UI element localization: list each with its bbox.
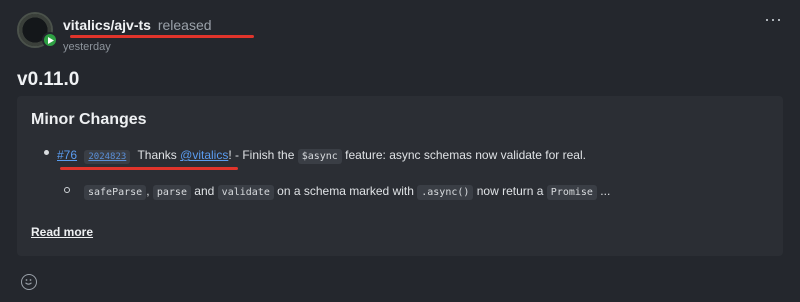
- release-action: released: [157, 17, 212, 33]
- play-badge-icon: [42, 32, 58, 48]
- annotation-underline: [60, 167, 238, 170]
- sub-text: ,: [146, 184, 153, 198]
- inline-code: .async(): [417, 185, 474, 200]
- pr-link[interactable]: #76: [57, 148, 77, 162]
- sub-text: ...: [596, 184, 611, 198]
- sub-text: on a schema marked with: [273, 184, 418, 198]
- change-subitem: safeParse, parse and validate on a schem…: [84, 184, 611, 200]
- timestamp: yesterday: [63, 41, 111, 53]
- inline-code: $async: [297, 149, 342, 164]
- section-title: Minor Changes: [31, 111, 147, 128]
- commit-hash-link[interactable]: 2024823: [84, 150, 131, 164]
- inline-code: parse: [152, 185, 191, 200]
- inline-code: safeParse: [84, 185, 147, 200]
- author-link[interactable]: @vitalics: [180, 148, 228, 162]
- bullet-circle: [64, 187, 70, 193]
- change-item: #76 2024823 Thanks @vitalics! - Finish t…: [57, 148, 586, 164]
- thanks-text: Thanks: [137, 148, 177, 162]
- bullet-dot: [44, 150, 49, 155]
- sub-text: and: [190, 184, 218, 198]
- change-text: feature: async schemas now validate for …: [341, 148, 586, 162]
- sub-text: now return a: [473, 184, 547, 198]
- release-version: v0.11.0: [17, 69, 80, 90]
- change-text: - Finish the: [231, 148, 298, 162]
- repo-link[interactable]: vitalics/ajv-ts: [63, 17, 151, 33]
- annotation-underline: [70, 35, 254, 38]
- read-more-link[interactable]: Read more: [31, 225, 93, 239]
- inline-code: Promise: [546, 185, 597, 200]
- smiley-icon[interactable]: [21, 274, 37, 290]
- release-header: vitalics/ajv-ts released: [63, 17, 212, 33]
- more-horizontal-icon[interactable]: ⋯: [764, 10, 783, 31]
- inline-code: validate: [217, 185, 274, 200]
